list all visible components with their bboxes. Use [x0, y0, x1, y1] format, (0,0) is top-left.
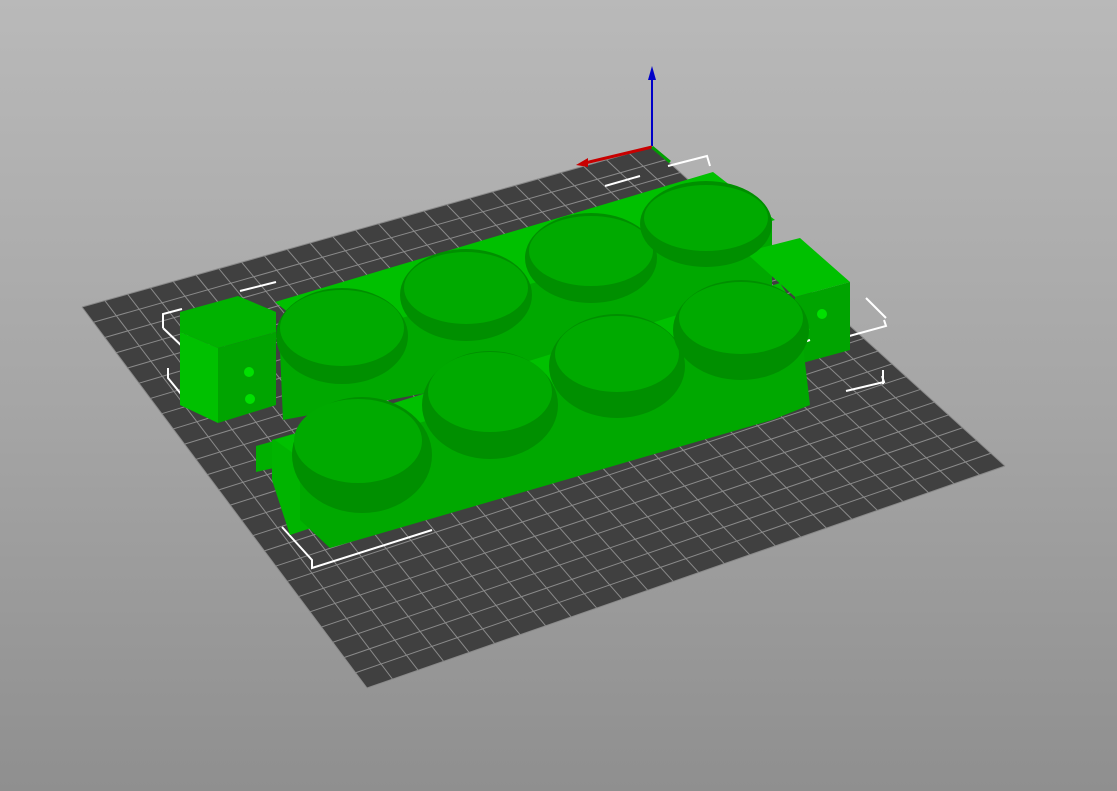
x-axis-arrow-icon [576, 158, 588, 167]
3d-viewport[interactable] [0, 0, 1117, 791]
axes-gizmo [576, 66, 671, 167]
scene-canvas[interactable] [0, 0, 1117, 791]
z-axis-arrow-icon [648, 66, 656, 80]
